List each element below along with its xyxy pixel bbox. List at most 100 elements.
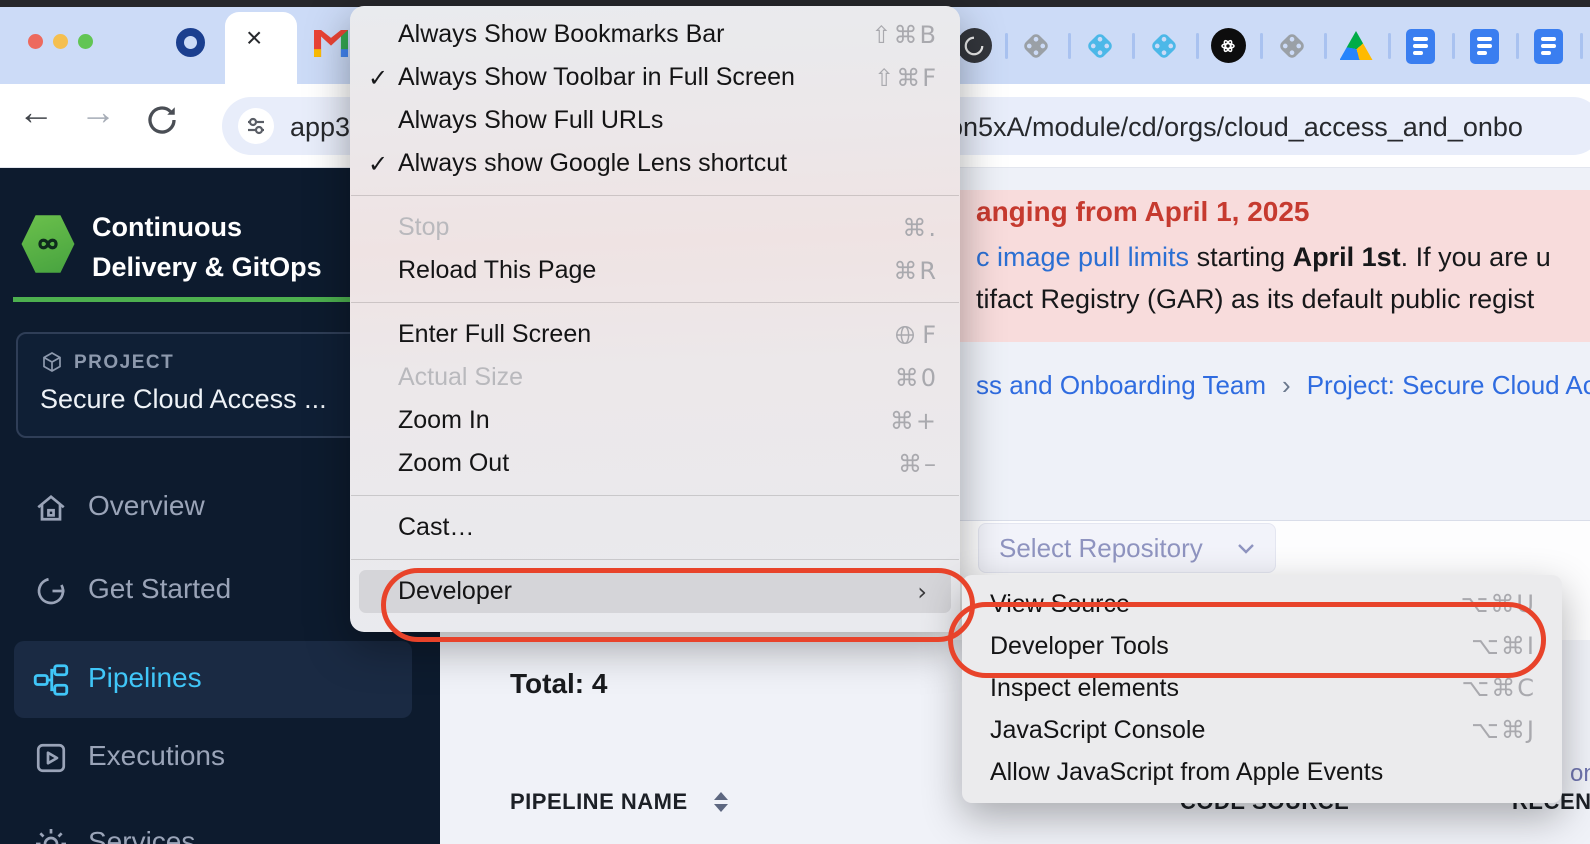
get-started-icon xyxy=(33,573,69,614)
diamond-cyan-favicon[interactable] xyxy=(1082,28,1118,64)
banner-text: starting xyxy=(1189,242,1293,272)
google-docs-favicon[interactable] xyxy=(1466,28,1502,64)
diamond-cyan-favicon[interactable] xyxy=(1146,28,1182,64)
total-count: Total: 4 xyxy=(510,668,607,700)
menu-item-zoom-out[interactable]: Zoom Out ⌘– xyxy=(350,442,960,485)
menu-item-label: Zoom Out xyxy=(398,449,509,478)
gmail-tab-icon[interactable] xyxy=(314,30,348,62)
google-docs-favicon[interactable] xyxy=(1402,28,1438,64)
menu-item-label: Always Show Full URLs xyxy=(398,106,663,135)
submenu-item-label: JavaScript Console xyxy=(990,716,1205,745)
menu-item-zoom-in[interactable]: Zoom In ⌘+ xyxy=(350,399,960,442)
fullscreen-window-button[interactable] xyxy=(78,34,93,49)
menu-item-always-show-google-lens[interactable]: ✓ Always show Google Lens shortcut xyxy=(350,142,960,185)
tune-icon[interactable] xyxy=(238,108,274,144)
menu-item-enter-full-screen[interactable]: Enter Full Screen F xyxy=(350,313,960,356)
menu-item-always-show-full-urls[interactable]: Always Show Full URLs xyxy=(350,99,960,142)
menu-item-stop: Stop ⌘. xyxy=(350,206,960,249)
menu-shortcut-key: F xyxy=(922,321,938,349)
breadcrumb: ss and Onboarding Team › Project: Secure… xyxy=(976,370,1590,401)
globe-icon xyxy=(894,324,916,346)
sidebar-item-executions[interactable]: Executions xyxy=(88,740,225,772)
submenu-shortcut: ⌥⌘C xyxy=(1462,674,1536,702)
back-button[interactable]: ← xyxy=(18,94,54,130)
menu-separator xyxy=(351,559,959,560)
chatgpt-favicon[interactable] xyxy=(1210,28,1246,64)
sidebar-item-services[interactable]: Services xyxy=(88,826,195,844)
services-gear-icon xyxy=(33,826,69,844)
url-text-right: on5xA/module/cd/orgs/cloud_access_and_on… xyxy=(948,112,1523,143)
banner-heading: anging from April 1, 2025 xyxy=(976,196,1309,228)
breadcrumb-project-link[interactable]: Project: Secure Cloud Acc xyxy=(1307,370,1590,401)
google-docs-favicon[interactable] xyxy=(1530,28,1566,64)
executions-icon xyxy=(33,740,69,781)
favicon-divider xyxy=(1580,33,1583,59)
column-header-pipeline-name[interactable]: PIPELINE NAME xyxy=(510,789,688,815)
menu-shortcut: ⌘+ xyxy=(890,407,938,435)
module-title-line2: Delivery & GitOps xyxy=(92,247,322,287)
submenu-arrow-icon: › xyxy=(917,578,929,606)
menu-shortcut: ⇧⌘F xyxy=(874,64,938,92)
select-repository-label: Select Repository xyxy=(999,533,1203,564)
developer-submenu: View Source ⌥⌘U Developer Tools ⌥⌘I Insp… xyxy=(962,575,1562,803)
active-nav-highlight xyxy=(14,641,412,718)
menu-item-always-show-bookmarks-bar[interactable]: Always Show Bookmarks Bar ⇧⌘B xyxy=(350,13,960,56)
menu-item-label: Enter Full Screen xyxy=(398,320,591,349)
home-icon xyxy=(33,490,69,531)
banner-bold-date: April 1st xyxy=(1293,242,1401,272)
favicon-divider xyxy=(1196,33,1199,59)
submenu-item-inspect-elements[interactable]: Inspect elements ⌥⌘C xyxy=(962,667,1562,709)
close-tab-icon[interactable]: × xyxy=(246,24,262,52)
minimize-window-button[interactable] xyxy=(53,34,68,49)
menu-item-actual-size: Actual Size ⌘0 xyxy=(350,356,960,399)
submenu-shortcut: ⌥⌘J xyxy=(1471,716,1536,744)
favicon-divider xyxy=(1452,33,1455,59)
menu-item-label: Always Show Toolbar in Full Screen xyxy=(398,63,795,92)
submenu-item-label: Allow JavaScript from Apple Events xyxy=(990,758,1383,787)
favicon-divider xyxy=(1132,33,1135,59)
reload-button[interactable] xyxy=(144,102,180,143)
submenu-item-label: Inspect elements xyxy=(990,674,1179,703)
menu-item-label: Reload This Page xyxy=(398,256,596,285)
select-repository-dropdown[interactable]: Select Repository xyxy=(978,523,1276,573)
checkmark-icon: ✓ xyxy=(368,64,388,92)
menu-item-label: Developer xyxy=(398,577,512,606)
submenu-shortcut: ⌥⌘U xyxy=(1461,590,1536,618)
favicon-divider xyxy=(1005,33,1008,59)
pinned-tab-favicon[interactable] xyxy=(176,28,205,57)
breadcrumb-separator: › xyxy=(1282,370,1291,401)
submenu-item-developer-tools[interactable]: Developer Tools ⌥⌘I xyxy=(962,625,1562,667)
submenu-item-label: Developer Tools xyxy=(990,632,1169,661)
menu-item-label: Always show Google Lens shortcut xyxy=(398,149,787,178)
pipelines-icon xyxy=(33,662,69,703)
google-drive-favicon[interactable] xyxy=(1338,28,1374,64)
sort-icon[interactable] xyxy=(714,792,728,812)
chevron-down-icon xyxy=(1237,543,1255,554)
menu-item-reload-this-page[interactable]: Reload This Page ⌘R xyxy=(350,249,960,292)
menu-shortcut: ⇧⌘B xyxy=(871,21,938,49)
close-window-button[interactable] xyxy=(28,34,43,49)
menu-item-cast[interactable]: Cast… xyxy=(350,506,960,549)
favicon-divider xyxy=(1068,33,1071,59)
submenu-item-allow-javascript-apple-events[interactable]: Allow JavaScript from Apple Events xyxy=(962,751,1562,793)
diamond-gray-favicon[interactable] xyxy=(1018,28,1054,64)
submenu-shortcut: ⌥⌘I xyxy=(1471,632,1536,660)
menu-item-label: Always Show Bookmarks Bar xyxy=(398,20,725,49)
sidebar-item-get-started[interactable]: Get Started xyxy=(88,573,231,605)
forward-button[interactable]: → xyxy=(80,94,116,130)
menu-shortcut: ⌘– xyxy=(898,450,938,478)
menu-shortcut: F xyxy=(894,321,938,349)
submenu-item-view-source[interactable]: View Source ⌥⌘U xyxy=(962,583,1562,625)
sidebar-item-overview[interactable]: Overview xyxy=(88,490,205,522)
submenu-item-javascript-console[interactable]: JavaScript Console ⌥⌘J xyxy=(962,709,1562,751)
menu-item-developer[interactable]: Developer › xyxy=(359,570,951,613)
banner-text: . If you are u xyxy=(1401,242,1551,272)
menu-item-always-show-toolbar-fullscreen[interactable]: ✓ Always Show Toolbar in Full Screen ⇧⌘F xyxy=(350,56,960,99)
dark-swirl-favicon[interactable] xyxy=(956,28,992,64)
breadcrumb-org-link[interactable]: ss and Onboarding Team xyxy=(976,370,1266,401)
banner-link[interactable]: c image pull limits xyxy=(976,242,1189,272)
diamond-gray-favicon[interactable] xyxy=(1274,28,1310,64)
favicon-divider xyxy=(1388,33,1391,59)
sidebar-item-pipelines[interactable]: Pipelines xyxy=(88,662,202,694)
menu-item-label: Stop xyxy=(398,213,449,242)
